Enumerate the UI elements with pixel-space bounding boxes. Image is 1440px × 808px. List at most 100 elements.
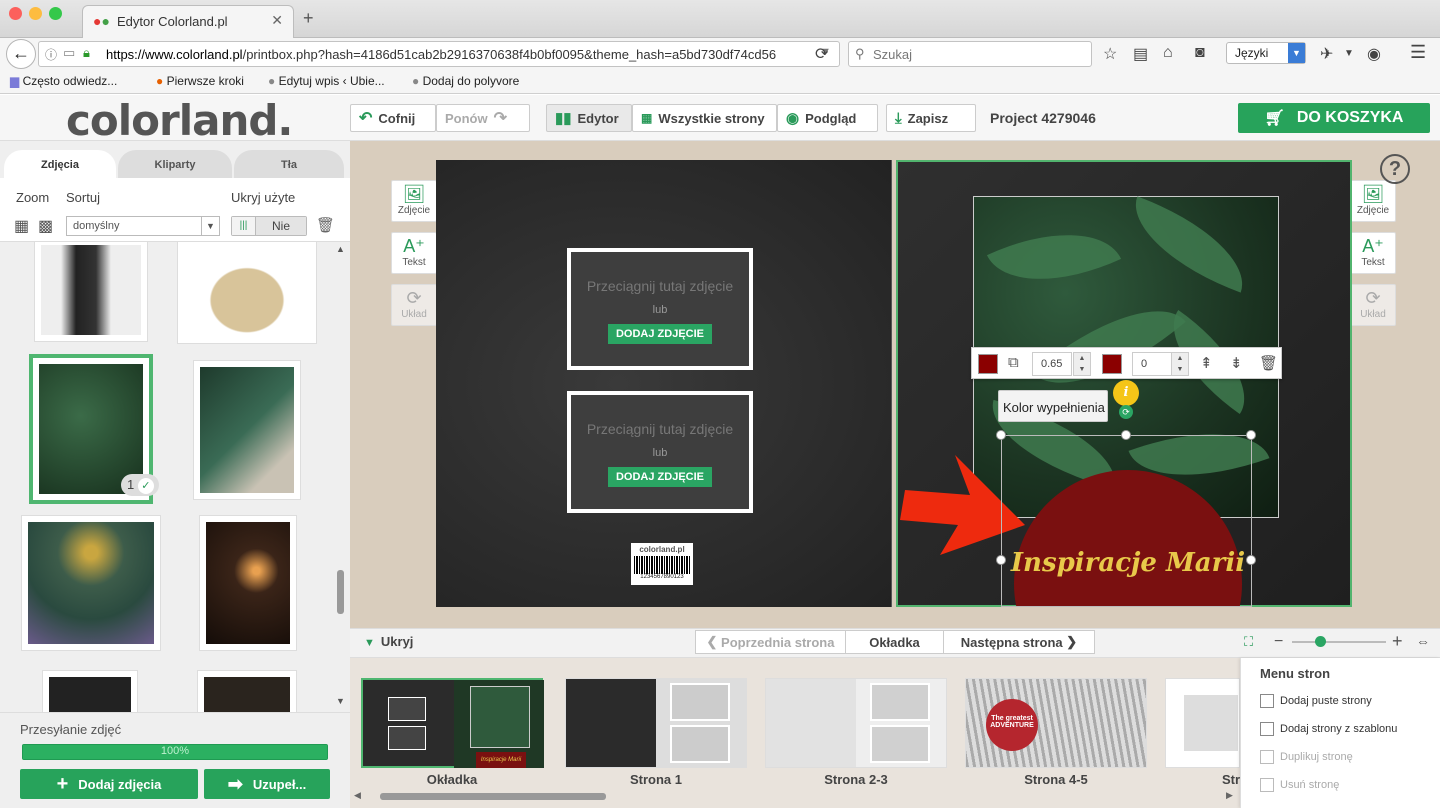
add-template-pages-item[interactable]: Dodaj strony z szablonu [1260, 722, 1397, 736]
autofill-button[interactable]: ➡ Uzupeł... [204, 769, 330, 799]
thumb-page-1[interactable] [565, 678, 747, 768]
side-add-text-left[interactable]: A⁺ Tekst [391, 232, 437, 274]
photo-thumb-basket[interactable] [177, 242, 317, 344]
photo-thumb-room[interactable] [197, 670, 297, 712]
redo-button[interactable]: Ponów ↷ [436, 104, 530, 132]
delete-page-item[interactable]: Usuń stronę [1260, 778, 1339, 792]
prev-page-button[interactable]: ❮ Poprzednia strona [696, 631, 846, 653]
photo-thumb-window[interactable] [42, 670, 138, 712]
photo-thumb-leaves-selected[interactable]: 1 ✓ [29, 354, 159, 504]
scroll-up-icon[interactable]: ▲ [336, 244, 345, 254]
thumb-page-4-5[interactable]: The greatest ADVENTURE [965, 678, 1147, 768]
browser-tab[interactable]: ●● Edytor Colorland.pl ✕ [82, 5, 294, 38]
grid-small-icon[interactable]: ▦ [14, 216, 29, 236]
photo-thumb-palm[interactable] [193, 360, 301, 500]
close-window-button[interactable] [9, 7, 22, 20]
rotate-icon[interactable]: ⟳ [1119, 405, 1133, 419]
side-layout-right[interactable]: ⟳ Układ [1350, 284, 1396, 326]
border-color-swatch[interactable] [1102, 354, 1122, 374]
scroll-right-icon[interactable]: ▶ [1226, 790, 1233, 801]
grid-large-icon[interactable]: ▩ [38, 216, 53, 236]
new-tab-button[interactable]: + [303, 8, 314, 29]
search-input[interactable]: ⚲ Szukaj [848, 41, 1092, 67]
undo-button[interactable]: ↶ Cofnij [350, 104, 436, 132]
hide-thumbnails-button[interactable]: ▼ Ukryj [364, 634, 413, 649]
layers-icon[interactable]: ⧉ [1008, 354, 1019, 371]
menu-icon[interactable]: ☰ [1410, 42, 1426, 63]
minimize-window-button[interactable] [29, 7, 42, 20]
bookmark-polyvore[interactable]: ● Dodaj do polyvore [412, 74, 519, 88]
zoom-out-icon[interactable]: − [1274, 633, 1283, 651]
tab-photos[interactable]: Zdjęcia [4, 150, 116, 178]
photo-dropzone-2[interactable]: Przeciągnij tutaj zdjęcie lub DODAJ ZDJĘ… [567, 391, 753, 513]
thumb-page-next[interactable] [1165, 678, 1240, 768]
tab-backgrounds[interactable]: Tła [234, 150, 344, 178]
delete-icon[interactable]: 🗑︎ [1259, 354, 1278, 372]
home-icon[interactable]: ⌂ [1163, 44, 1173, 62]
maximize-window-button[interactable] [49, 7, 62, 20]
scroll-left-icon[interactable]: ◀ [354, 790, 361, 801]
tab-cliparts[interactable]: Kliparty [118, 150, 232, 178]
language-select[interactable]: Języki ▼ [1226, 42, 1306, 64]
side-layout-left[interactable]: ⟳ Układ [391, 284, 437, 326]
info-badge-icon[interactable]: i [1113, 380, 1139, 406]
color-picker-icon[interactable]: ◉ [1367, 44, 1381, 64]
scroll-down-icon[interactable]: ▼ [336, 696, 345, 706]
side-add-text-right[interactable]: A⁺ Tekst [1350, 232, 1396, 274]
resize-handle-ml[interactable] [996, 555, 1006, 565]
bookmark-first-steps[interactable]: ● Pierwsze kroki [156, 74, 244, 88]
opacity-input[interactable]: 0.65 [1032, 352, 1072, 376]
hide-used-toggle[interactable]: ||| Nie [231, 216, 307, 236]
bring-forward-icon[interactable]: ⇞ [1200, 354, 1213, 372]
extension-icon[interactable]: ✈ [1320, 44, 1333, 64]
zoom-slider-thumb[interactable] [1315, 636, 1326, 647]
resize-handle-tl[interactable] [996, 430, 1006, 440]
dropzone-add-button[interactable]: DODAJ ZDJĘCIE [607, 467, 713, 487]
extension-dropdown-icon[interactable]: ▼ [1344, 48, 1354, 59]
pocket-icon[interactable]: ◙ [1195, 44, 1205, 62]
bookmark-star-icon[interactable]: ☆ [1103, 44, 1117, 64]
preview-button[interactable]: ◉ Podgląd [777, 104, 878, 132]
save-button[interactable]: ⤓ Zapisz [886, 104, 976, 132]
add-blank-pages-item[interactable]: Dodaj puste strony [1260, 694, 1372, 708]
resize-handle-tc[interactable] [1121, 430, 1131, 440]
fullscreen-icon[interactable]: ⇔ [1416, 633, 1430, 649]
trash-icon[interactable]: 🗑︎ [316, 216, 335, 234]
thumb-page-2-3[interactable] [765, 678, 947, 768]
reading-list-icon[interactable]: ▤ [1133, 44, 1148, 64]
resize-handle-tr[interactable] [1246, 430, 1256, 440]
photo-thumb-klimt[interactable] [21, 515, 161, 651]
dropzone-add-button[interactable]: DODAJ ZDJĘCIE [607, 324, 713, 344]
add-to-cart-button[interactable]: 🛒︎ DO KOSZYKA [1238, 103, 1430, 133]
reload-icon[interactable]: ⟳ [815, 44, 828, 64]
opacity-stepper[interactable]: ▲ ▼ [1073, 352, 1091, 376]
bookmark-edit-post[interactable]: ● Edytuj wpis ‹ Ubie... [268, 74, 385, 88]
zoom-slider-track[interactable] [1292, 641, 1386, 643]
resize-handle-mr[interactable] [1246, 555, 1256, 565]
photo-thumb-lights[interactable] [199, 515, 297, 651]
border-width-input[interactable]: 0 [1132, 352, 1172, 376]
back-cover-page[interactable] [436, 160, 892, 607]
add-photos-button[interactable]: + Dodaj zdjęcia [20, 769, 198, 799]
help-icon[interactable]: ? [1380, 154, 1410, 184]
side-add-photo-right[interactable]: 🖼︎ Zdjęcie [1350, 180, 1396, 222]
colorland-logo[interactable]: colorland. [66, 96, 293, 145]
duplicate-page-item[interactable]: Duplikuj stronę [1260, 750, 1353, 764]
back-button[interactable]: ← [6, 39, 36, 69]
side-add-photo-left[interactable]: 🖼︎ Zdjęcie [391, 180, 437, 222]
editor-button[interactable]: ▮▮ Edytor [546, 104, 632, 132]
lock-icon[interactable]: 🔒︎ [83, 45, 90, 61]
zoom-in-icon[interactable]: + [1392, 631, 1403, 652]
fill-color-swatch[interactable] [978, 354, 998, 374]
photo-dropzone-1[interactable]: Przeciągnij tutaj zdjęcie lub DODAJ ZDJĘ… [567, 248, 753, 370]
gallery-scrollbar-thumb[interactable] [337, 570, 344, 614]
url-bar[interactable]: ⓘ ▭ 🔒︎ https://www.colorland.pl/printbox… [38, 41, 840, 67]
photo-thumb-fashion[interactable] [34, 242, 148, 342]
send-backward-icon[interactable]: ⇟ [1230, 354, 1243, 372]
bookmark-most-visited[interactable]: ▆ Często odwiedz... [10, 74, 117, 88]
sort-select[interactable]: domyślny ▼ [66, 216, 220, 236]
next-page-button[interactable]: Następna strona ❯ [944, 631, 1094, 653]
close-tab-icon[interactable]: ✕ [271, 12, 283, 29]
border-stepper[interactable]: ▲ ▼ [1171, 352, 1189, 376]
info-icon[interactable]: ⓘ [45, 46, 57, 63]
